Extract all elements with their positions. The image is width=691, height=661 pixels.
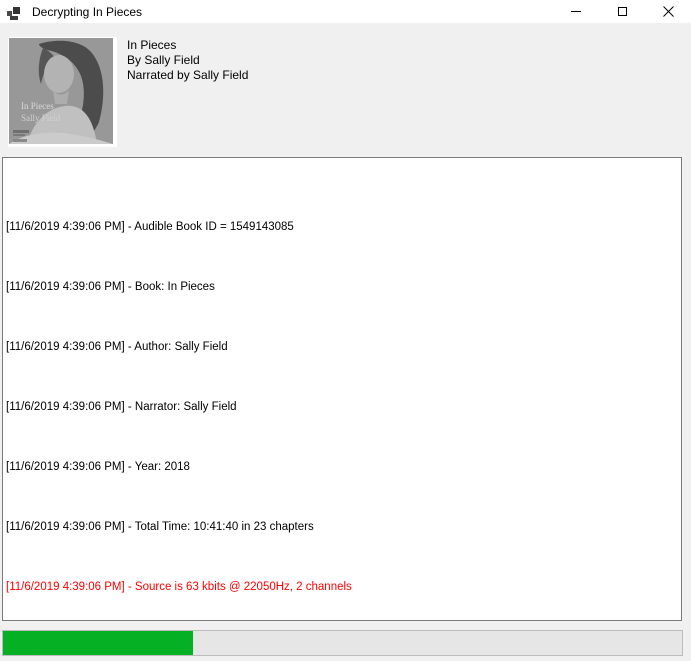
app-window: Decrypting In Pieces	[0, 0, 691, 661]
book-author: By Sally Field	[127, 53, 248, 68]
cover-title-text: In Pieces	[21, 101, 54, 111]
maximize-icon	[618, 7, 627, 16]
app-icon[interactable]	[6, 4, 22, 20]
close-icon	[663, 6, 674, 17]
log-line: [11/6/2019 4:39:06 PM] - Total Time: 10:…	[6, 520, 678, 535]
book-narrator: Narrated by Sally Field	[127, 68, 248, 83]
cover-author-text: Sally Field	[21, 113, 61, 123]
progress-fill	[3, 631, 193, 655]
book-cover-image: In Pieces Sally Field	[8, 37, 117, 147]
minimize-button[interactable]	[553, 0, 599, 23]
log-textbox[interactable]: [11/6/2019 4:39:06 PM] - Audible Book ID…	[2, 157, 682, 621]
maximize-button[interactable]	[599, 0, 645, 23]
book-cover-art: In Pieces Sally Field	[9, 38, 113, 144]
log-line: [11/6/2019 4:39:06 PM] - Narrator: Sally…	[6, 400, 678, 415]
book-title: In Pieces	[127, 38, 248, 53]
log-line: [11/6/2019 4:39:06 PM] - Author: Sally F…	[6, 340, 678, 355]
log-line: [11/6/2019 4:39:06 PM] - Source is 63 kb…	[6, 580, 678, 595]
log-line: [11/6/2019 4:39:06 PM] - Audible Book ID…	[6, 220, 678, 235]
progress-bar	[2, 630, 683, 656]
minimize-icon	[571, 11, 581, 12]
window-controls	[553, 0, 691, 23]
titlebar[interactable]: Decrypting In Pieces	[0, 0, 691, 23]
log-line: [11/6/2019 4:39:06 PM] - Book: In Pieces	[6, 280, 678, 295]
log-line: [11/6/2019 4:39:06 PM] - Year: 2018	[6, 460, 678, 475]
book-info-label: In Pieces By Sally Field Narrated by Sal…	[127, 38, 248, 83]
window-title: Decrypting In Pieces	[32, 5, 142, 19]
close-button[interactable]	[645, 0, 691, 23]
